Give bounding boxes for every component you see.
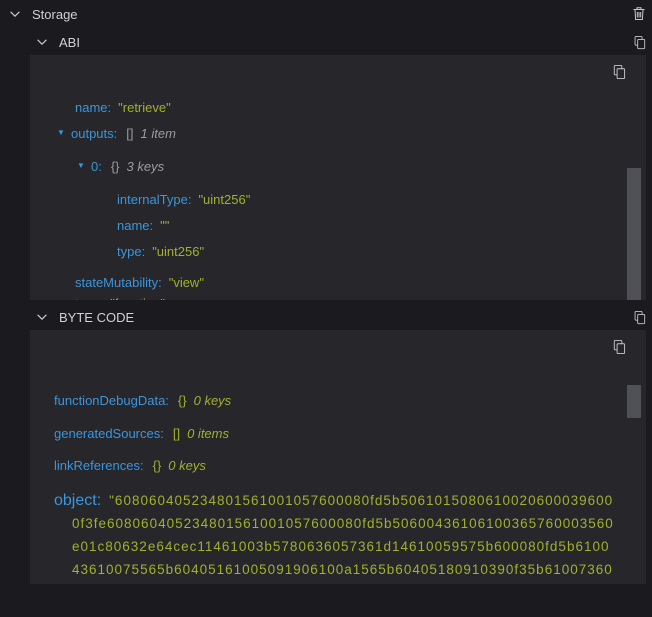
json-key: internalType: <box>117 192 191 207</box>
copy-icon <box>611 339 626 355</box>
bytecode-json-copy-button[interactable] <box>610 339 626 355</box>
bytecode-hex-line: 0f3fe608060405234801561001057600080fd5b5… <box>72 512 646 535</box>
json-key: functionDebugData: <box>54 393 169 408</box>
json-value: "uint256" <box>152 244 204 259</box>
copy-icon <box>632 35 646 50</box>
abi-json-panel: name: "retrieve" ▼ outputs: [] 1 item ▼ 0: {} 3 k… <box>30 55 646 300</box>
bytecode-copy-button[interactable] <box>631 309 647 325</box>
bytecode-json-panel: functionDebugData: {} 0 keys generatedSourc… <box>30 330 646 584</box>
bytecode-json-tree: functionDebugData: {} 0 keys generatedSourc… <box>30 391 646 474</box>
copy-icon <box>632 310 646 325</box>
trash-button[interactable] <box>631 5 647 21</box>
bytecode-section-header[interactable]: BYTE CODE <box>35 307 134 327</box>
json-row-internalType: internalType: "uint256" <box>117 190 646 208</box>
json-item-count: 3 keys <box>127 159 165 174</box>
json-key: 0: <box>91 159 102 174</box>
json-brackets: [] <box>126 126 133 141</box>
json-value: "retrieve" <box>118 100 171 115</box>
json-key: generatedSources: <box>54 426 164 441</box>
json-key: name: <box>117 218 153 233</box>
json-item-count: 1 item <box>141 126 176 141</box>
json-row-stateMutability: stateMutability: "view" <box>75 273 646 291</box>
json-brackets: {} <box>153 458 162 473</box>
bytecode-hex-line: 43610075565b60405161005091906100a1565b60… <box>72 558 646 581</box>
json-item-count: 0 keys <box>168 458 206 473</box>
json-key: type: <box>75 296 103 301</box>
json-value: "" <box>160 218 169 233</box>
json-row-name: name: "retrieve" <box>75 98 646 116</box>
json-key: stateMutability: <box>75 275 162 290</box>
json-brackets: [] <box>173 426 180 441</box>
json-brackets: {} <box>111 159 120 174</box>
json-row-name: name: "" <box>117 216 646 234</box>
json-value: "view" <box>169 275 204 290</box>
abi-scrollbar-thumb[interactable] <box>627 168 641 300</box>
bytecode-hex-line: "608060405234801561001057600080fd5b50610… <box>109 489 613 512</box>
collapse-arrow-icon[interactable]: ▼ <box>57 129 66 137</box>
abi-json-tree: name: "retrieve" ▼ outputs: [] 1 item ▼ 0: {} 3 k… <box>30 98 646 300</box>
json-item-count: 0 keys <box>194 393 232 408</box>
chevron-down-icon <box>8 7 22 21</box>
json-row-functionDebugData: functionDebugData: {} 0 keys <box>54 391 646 409</box>
bytecode-hex-line: 0480360381019061006e91906100ed565b61007e… <box>72 581 646 584</box>
json-value: "uint256" <box>198 192 250 207</box>
json-key: name: <box>75 100 111 115</box>
json-row-object: object: "608060405234801561001057600080f… <box>54 489 646 584</box>
bytecode-hex-continuation: 0f3fe608060405234801561001057600080fd5b5… <box>72 512 646 584</box>
abi-section-label: ABI <box>59 35 80 50</box>
json-row-type: type: "function" <box>75 294 646 300</box>
storage-section-label: Storage <box>32 7 78 22</box>
chevron-down-icon <box>35 35 49 49</box>
json-key: linkReferences: <box>54 458 144 473</box>
bytecode-scrollbar-thumb[interactable] <box>627 385 641 418</box>
storage-section-header[interactable]: Storage <box>8 4 78 24</box>
json-key: object: <box>54 492 101 510</box>
trash-icon <box>632 6 646 21</box>
json-row-generatedSources: generatedSources: [] 0 items <box>54 424 646 442</box>
json-item-count: 0 items <box>187 426 229 441</box>
bytecode-section-label: BYTE CODE <box>59 310 134 325</box>
json-value: "function" <box>110 296 165 301</box>
json-key: type: <box>117 244 145 259</box>
bytecode-hex-line: e01c80632e64cec11461003b5780636057361d14… <box>72 535 646 558</box>
chevron-down-icon <box>35 310 49 324</box>
copy-icon <box>611 64 626 80</box>
json-row-linkReferences: linkReferences: {} 0 keys <box>54 456 646 474</box>
json-row-0[interactable]: ▼ 0: {} 3 keys <box>77 157 646 175</box>
json-row-type: type: "uint256" <box>117 242 646 260</box>
abi-section-header[interactable]: ABI <box>35 32 80 52</box>
json-row-outputs[interactable]: ▼ outputs: [] 1 item <box>57 124 646 142</box>
json-brackets: {} <box>178 393 187 408</box>
json-key: outputs: <box>71 126 117 141</box>
abi-copy-button[interactable] <box>631 34 647 50</box>
collapse-arrow-icon[interactable]: ▼ <box>77 162 86 170</box>
abi-json-copy-button[interactable] <box>610 64 626 80</box>
